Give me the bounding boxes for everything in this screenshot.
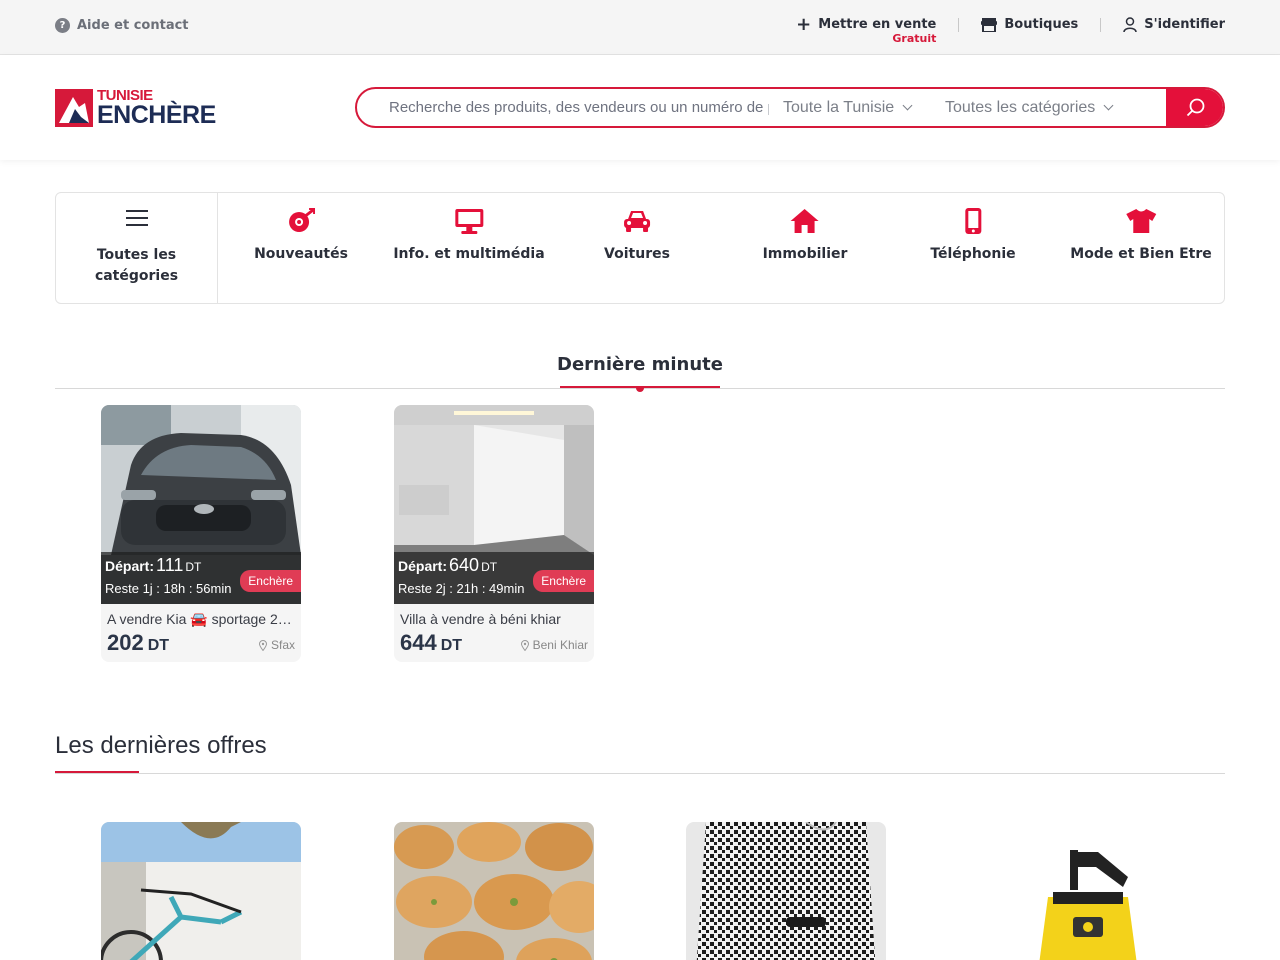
question-icon: ? xyxy=(55,18,70,33)
card-price: 644 DT xyxy=(400,630,462,656)
price-value: 644 xyxy=(400,630,437,655)
price-value: 202 xyxy=(107,630,144,655)
latest-offers-title: Les dernières offres xyxy=(55,732,267,759)
all-categories-label: Toutes les catégories xyxy=(94,247,179,284)
divider xyxy=(1100,17,1102,32)
top-links: + Mettre en vente Gratuit Boutiques S'id… xyxy=(796,13,1225,45)
plus-icon: + xyxy=(796,13,812,35)
store-icon xyxy=(981,17,998,32)
start-price: Départ: 111 DT xyxy=(105,555,201,576)
category-label: Voitures xyxy=(604,246,670,262)
start-unit: DT xyxy=(185,560,202,574)
section-title-underline xyxy=(55,771,139,773)
search-button[interactable] xyxy=(1166,89,1223,126)
shops-link[interactable]: Boutiques xyxy=(981,17,1078,32)
offer-image-pressure-washer[interactable] xyxy=(978,822,1178,960)
last-minute-title[interactable]: Dernière minute xyxy=(0,354,1280,375)
time-left: Reste 1j : 18h : 56min xyxy=(105,581,232,596)
location-label: Sfax xyxy=(270,638,295,652)
category-label: Nouveautés xyxy=(254,246,348,262)
category-select-value: Toutes les catégories xyxy=(945,98,1096,116)
offer-image-bicycle[interactable] xyxy=(101,822,301,960)
tshirt-icon xyxy=(1125,207,1157,235)
location-label: Beni Khiar xyxy=(532,638,588,652)
chevron-down-icon xyxy=(902,100,913,111)
sell-free-label: Gratuit xyxy=(892,32,937,45)
location-pin-icon xyxy=(520,639,529,651)
start-label: Départ: xyxy=(398,558,448,574)
top-utility-bar: ? Aide et contact + Mettre en vente Grat… xyxy=(0,0,1280,55)
sell-link[interactable]: + Mettre en vente Gratuit xyxy=(796,13,937,45)
login-label: S'identifier xyxy=(1144,17,1225,32)
new-badge-icon xyxy=(287,207,315,235)
start-price: Départ: 640 DT xyxy=(398,555,497,576)
search-bar: Toute la Tunisie Toutes les catégories xyxy=(355,87,1225,128)
site-header: TUNISIE ENCHÈRE Toute la Tunisie Toutes … xyxy=(0,55,1280,160)
help-contact-link[interactable]: ? Aide et contact xyxy=(55,18,189,33)
category-label: Immobilier xyxy=(762,246,848,262)
card-body: A vendre Kia 🚘 sportage 2019 202 DT Sfax xyxy=(101,604,301,662)
divider xyxy=(958,17,960,32)
auction-card[interactable]: Départ: 111 DT Reste 1j : 18h : 56min Ench… xyxy=(101,405,301,662)
offer-image-dress[interactable] xyxy=(686,822,886,960)
help-contact-label: Aide et contact xyxy=(77,18,189,33)
start-value: 640 xyxy=(449,555,480,575)
user-icon xyxy=(1123,17,1138,32)
category-info-multimedia[interactable]: Info. et multimédia xyxy=(393,207,545,262)
logo-text: TUNISIE ENCHÈRE xyxy=(97,88,216,128)
auction-overlay: Départ: 111 DT Reste 1j : 18h : 56min Ench… xyxy=(101,552,301,604)
auction-badge: Enchère xyxy=(533,570,594,592)
category-nouveautes[interactable]: Nouveautés xyxy=(254,207,348,262)
auction-overlay: Départ: 640 DT Reste 2j : 21h : 49min Ench… xyxy=(394,552,594,604)
card-body: Villa à vendre à béni khiar 644 DT Beni K… xyxy=(394,604,594,662)
category-mode-bien-etre[interactable]: Mode et Bien Etre xyxy=(1070,207,1212,262)
auction-card[interactable]: Départ: 640 DT Reste 2j : 21h : 49min Ench… xyxy=(394,405,594,662)
location-pin-icon xyxy=(258,639,267,651)
all-categories-button[interactable]: Toutes les catégories xyxy=(56,193,218,303)
category-label: Info. et multimédia xyxy=(393,246,545,262)
price-unit: DT xyxy=(147,637,170,654)
offer-image-cookies[interactable] xyxy=(394,822,594,960)
start-value: 111 xyxy=(156,555,184,575)
start-label: Départ: xyxy=(105,558,155,574)
monitor-icon xyxy=(454,207,484,235)
card-title[interactable]: A vendre Kia 🚘 sportage 2019 xyxy=(107,611,293,628)
active-tab-indicator xyxy=(636,386,644,392)
region-select-value: Toute la Tunisie xyxy=(783,98,895,116)
card-location: Sfax xyxy=(258,638,295,652)
start-unit: DT xyxy=(481,560,498,574)
category-telephonie[interactable]: Téléphonie xyxy=(930,207,1016,262)
chevron-down-icon xyxy=(1103,100,1114,111)
logo-bottom-text: ENCHÈRE xyxy=(97,101,216,129)
card-location: Beni Khiar xyxy=(520,638,588,652)
search-icon xyxy=(1186,98,1204,116)
shops-label: Boutiques xyxy=(1004,17,1079,32)
auction-badge: Enchère xyxy=(240,570,301,592)
section-divider xyxy=(55,773,1225,774)
category-select[interactable]: Toutes les catégories xyxy=(929,89,1139,126)
phone-icon xyxy=(964,207,982,235)
category-nav: Toutes les catégories Nouveautés Info. e… xyxy=(55,192,1225,304)
logo-mark-icon xyxy=(55,89,93,127)
region-select[interactable]: Toute la Tunisie xyxy=(769,89,929,126)
category-voitures[interactable]: Voitures xyxy=(604,207,670,262)
product-image-villa[interactable]: Départ: 640 DT Reste 2j : 21h : 49min Ench… xyxy=(394,405,594,604)
site-logo[interactable]: TUNISIE ENCHÈRE xyxy=(55,88,216,128)
menu-icon xyxy=(125,210,148,226)
sell-label: Mettre en vente xyxy=(818,17,937,32)
search-input[interactable] xyxy=(357,89,769,126)
category-immobilier[interactable]: Immobilier xyxy=(762,207,848,262)
car-icon xyxy=(623,207,651,235)
house-icon xyxy=(790,207,820,235)
category-label: Mode et Bien Etre xyxy=(1070,246,1212,262)
card-price: 202 DT xyxy=(107,630,169,656)
login-link[interactable]: S'identifier xyxy=(1123,17,1225,32)
time-left: Reste 2j : 21h : 49min xyxy=(398,581,525,596)
price-unit: DT xyxy=(440,637,463,654)
card-title[interactable]: Villa à vendre à béni khiar xyxy=(400,611,586,627)
product-image-car[interactable]: Départ: 111 DT Reste 1j : 18h : 56min Ench… xyxy=(101,405,301,604)
category-label: Téléphonie xyxy=(930,246,1016,262)
